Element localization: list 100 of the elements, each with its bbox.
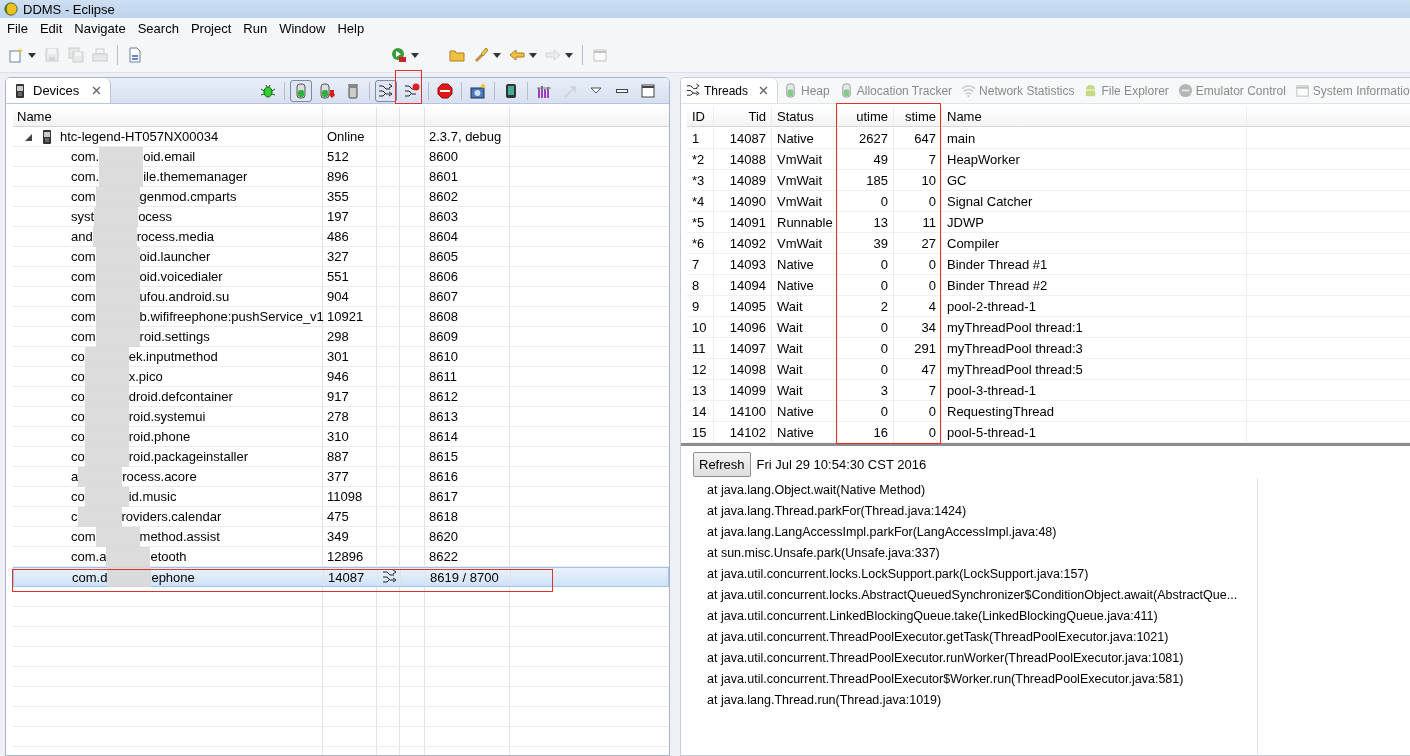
table-cell: main xyxy=(942,128,1247,148)
column-header[interactable]: Tid xyxy=(714,107,772,126)
table-cell: 887 xyxy=(323,447,377,466)
process-name: com xyxy=(71,529,96,544)
table-cell: myThreadPool thread:1 xyxy=(942,317,1247,337)
menu-item[interactable]: Project xyxy=(184,18,238,38)
table-cell: 8608 xyxy=(425,307,510,326)
table-cell: 298 xyxy=(323,327,377,346)
eclipse-icon xyxy=(4,2,18,16)
new-file-icon xyxy=(8,47,24,63)
table-cell: *2 xyxy=(687,149,714,169)
table-cell: 8610 xyxy=(425,347,510,366)
device-name[interactable]: htc-legend-HT057NX00034 xyxy=(60,129,219,144)
stack-frame: at java.util.concurrent.LinkedBlockingQueue.take(LinkedBlockingQueue.java:411) xyxy=(707,606,1257,627)
bug-icon xyxy=(260,82,276,99)
refresh-button[interactable]: Refresh xyxy=(693,451,751,477)
process-name: ek.inputmethod xyxy=(128,349,218,364)
table-cell: Binder Thread #2 xyxy=(942,275,1247,295)
minimize-icon xyxy=(616,88,628,93)
table-cell: 10921 xyxy=(323,307,377,326)
process-row[interactable]: co droid.defcontainer 917 8612 xyxy=(13,387,669,407)
table-cell: 310 xyxy=(323,427,377,446)
close-icon[interactable] xyxy=(758,85,770,96)
column-header[interactable]: Name xyxy=(942,107,1247,126)
table-cell: 8600 xyxy=(425,147,510,166)
process-name: roid.phone xyxy=(128,429,191,444)
table-cell: 11 xyxy=(687,338,714,358)
process-name: co xyxy=(71,369,85,384)
wifi-icon xyxy=(961,83,977,98)
view-tab[interactable]: Devices xyxy=(6,78,112,103)
table-cell: 0 xyxy=(838,254,894,274)
process-row[interactable]: co roid.systemui 278 8613 xyxy=(13,407,669,427)
menu-item[interactable]: Edit xyxy=(33,18,69,38)
close-icon[interactable] xyxy=(91,85,103,96)
threads-button[interactable] xyxy=(375,79,397,102)
table-cell: 946 xyxy=(323,367,377,386)
process-row[interactable]: co x.pico 946 8611 xyxy=(13,367,669,387)
table-cell: 8605 xyxy=(425,247,510,266)
cylinder-button[interactable] xyxy=(290,79,312,102)
process-name: b.wififreephone:pushService_v1 xyxy=(139,309,324,324)
folder-icon xyxy=(449,47,465,63)
process-name: rocess.acore xyxy=(122,469,197,484)
column-header[interactable]: ID xyxy=(687,107,714,126)
process-row[interactable]: a rocess.acore 377 8616 xyxy=(13,467,669,487)
process-row[interactable]: co ek.inputmethod 301 8610 xyxy=(13,347,669,367)
process-row[interactable]: and rocess.media 486 8604 xyxy=(13,227,669,247)
table-cell: 8607 xyxy=(425,287,510,306)
table-cell: 14098 xyxy=(714,359,772,379)
process-name: com xyxy=(71,269,96,284)
process-name: ephone xyxy=(151,569,195,585)
table-cell: 7 xyxy=(687,254,714,274)
process-row[interactable]: com ufou.android.su 904 8607 xyxy=(13,287,669,307)
process-row[interactable]: com.d ephone 14087 8619 / 8700 xyxy=(13,567,669,587)
table-cell: 14089 xyxy=(714,170,772,190)
process-row[interactable]: syst ocess 197 8603 xyxy=(13,207,669,227)
process-row[interactable]: com roid.settings 298 8609 xyxy=(13,327,669,347)
view-tab[interactable]: Threads xyxy=(681,78,779,103)
camera-icon xyxy=(470,82,486,99)
process-name: com.d xyxy=(72,569,108,585)
process-name: co xyxy=(71,389,85,404)
process-row[interactable]: co id.music 11098 8617 xyxy=(13,487,669,507)
run-icon xyxy=(391,47,407,63)
menu-item[interactable]: File xyxy=(1,18,34,38)
process-row[interactable]: com. ile.thememanager 896 8601 xyxy=(13,167,669,187)
table-cell: 8613 xyxy=(425,407,510,426)
process-row[interactable]: com method.assist 349 8620 xyxy=(13,527,669,547)
table-cell: 9 xyxy=(687,296,714,316)
table-cell: 185 xyxy=(838,170,894,190)
table-cell: 3 xyxy=(838,380,894,400)
table-cell: 512 xyxy=(323,147,377,166)
process-name: roviders.calendar xyxy=(121,509,222,524)
process-row[interactable]: com genmod.cmparts 355 8602 xyxy=(13,187,669,207)
table-cell: 904 xyxy=(323,287,377,306)
table-cell: 14094 xyxy=(714,275,772,295)
table-cell: 14092 xyxy=(714,233,772,253)
menu-item[interactable]: Search xyxy=(131,18,185,38)
table-cell: pool-3-thread-1 xyxy=(942,380,1247,400)
disc-icon xyxy=(1177,83,1193,98)
trash-can-icon xyxy=(345,82,361,99)
table-cell: 896 xyxy=(323,167,377,186)
menu-item[interactable]: Run xyxy=(237,18,274,38)
process-row[interactable]: co roid.packageinstaller 887 8615 xyxy=(13,447,669,467)
process-row[interactable]: com. oid.email 512 8600 xyxy=(13,147,669,167)
save-icon xyxy=(44,47,60,63)
blurred-patch xyxy=(106,546,151,567)
process-name: com.a xyxy=(71,549,107,564)
cylinder-arrow-icon xyxy=(319,82,335,99)
menu-item[interactable]: Navigate xyxy=(68,18,132,38)
menu-item[interactable]: Window xyxy=(273,18,332,38)
process-row[interactable]: c roviders.calendar 475 8618 xyxy=(13,507,669,527)
document-icon xyxy=(127,47,143,63)
process-row[interactable]: com b.wififreephone:pushService_v1 10921 8608 xyxy=(13,307,669,327)
process-row[interactable]: co roid.phone 310 8614 xyxy=(13,427,669,447)
table-cell: 0 xyxy=(838,191,894,211)
process-row[interactable]: com oid.voicedialer 551 8606 xyxy=(13,267,669,287)
process-row[interactable]: com oid.launcher 327 8605 xyxy=(13,247,669,267)
table-cell: 917 xyxy=(323,387,377,406)
process-name: oid.launcher xyxy=(139,249,211,264)
menu-item[interactable]: Help xyxy=(331,18,371,38)
column-header[interactable]: utime xyxy=(838,107,894,126)
